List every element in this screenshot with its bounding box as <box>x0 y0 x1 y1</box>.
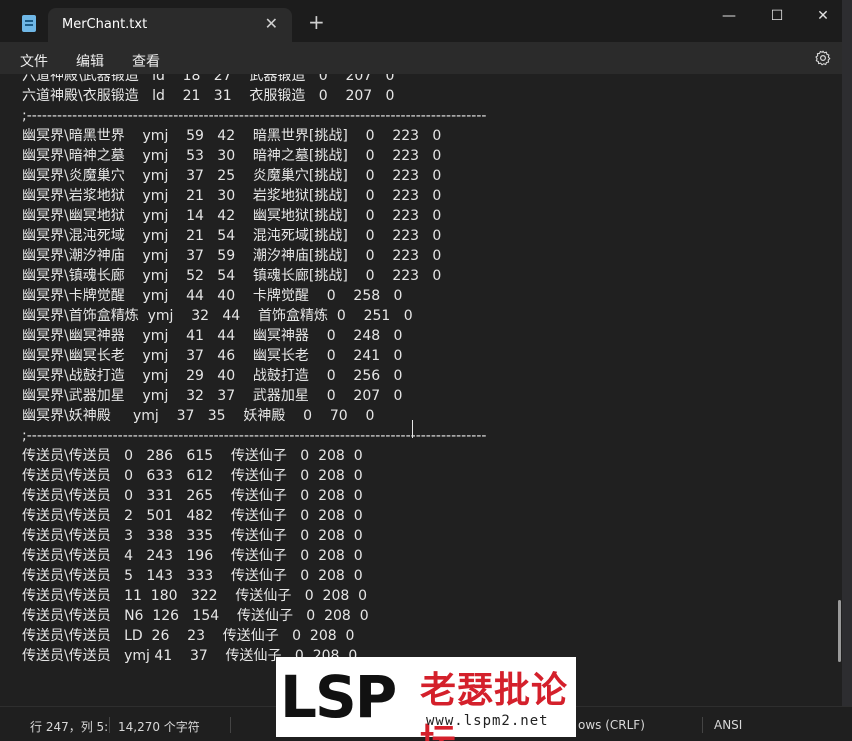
text-line: 幽冥界\混沌死域 ymj 21 54 混沌死域[挑战] 0 223 0 <box>22 228 442 244</box>
text-line: 幽冥界\暗黑世界 ymj 59 42 暗黑世界[挑战] 0 223 0 <box>22 128 442 144</box>
watermark-logo: LSP 老瑟批论坛 www.lspm2.net <box>276 657 576 741</box>
line-ending[interactable]: ows (CRLF) <box>578 718 645 732</box>
cursor-position[interactable]: 行 247，列 5: <box>30 718 108 735</box>
menu-file[interactable]: 文件 <box>20 51 48 71</box>
text-line: 传送员\传送员 2 501 482 传送仙子 0 208 0 <box>22 508 363 524</box>
text-line: 六道神殿\武器锻造 ld 18 27 武器锻造 0 207 0 <box>22 74 395 84</box>
menu-bar: 文件 编辑 查看 <box>0 42 852 74</box>
character-count: 14,270 个字符 <box>118 720 200 734</box>
new-tab-button[interactable]: + <box>308 12 325 32</box>
text-line: 传送员\传送员 LD 26 23 传送仙子 0 208 0 <box>22 628 355 644</box>
tab-title: MerChant.txt <box>62 17 148 32</box>
scrollbar-thumb[interactable] <box>838 600 841 662</box>
editor-lines: 六道神殿\武器锻造 ld 18 27 武器锻造 0 207 0 六道神殿\衣服锻… <box>22 74 486 666</box>
text-line: 幽冥界\幽冥长老 ymj 37 46 幽冥长老 0 241 0 <box>22 348 403 364</box>
menu-view[interactable]: 查看 <box>132 51 160 71</box>
text-line: 幽冥界\镇魂长廊 ymj 52 54 镇魂长廊[挑战] 0 223 0 <box>22 268 442 284</box>
text-line: 传送员\传送员 0 286 615 传送仙子 0 208 0 <box>22 448 363 464</box>
menu-edit[interactable]: 编辑 <box>76 51 104 71</box>
text-editor[interactable]: 六道神殿\武器锻造 ld 18 27 武器锻造 0 207 0 六道神殿\衣服锻… <box>0 74 840 706</box>
text-line: 幽冥界\岩浆地狱 ymj 21 30 岩浆地狱[挑战] 0 223 0 <box>22 188 442 204</box>
text-line: 幽冥界\妖神殿 ymj 37 35 妖神殿 0 70 0 <box>22 408 375 424</box>
text-line: 传送员\传送员 4 243 196 传送仙子 0 208 0 <box>22 548 363 564</box>
status-divider <box>230 717 231 733</box>
text-line: 传送员\传送员 11 180 322 传送仙子 0 208 0 <box>22 588 368 604</box>
minimize-button[interactable]: — <box>706 4 752 28</box>
tab-merchant-txt[interactable]: MerChant.txt ✕ <box>48 8 292 42</box>
text-caret <box>412 420 413 438</box>
status-divider <box>702 717 703 733</box>
text-line: 幽冥界\首饰盒精炼 ymj 32 44 首饰盒精炼 0 251 0 <box>22 308 413 324</box>
watermark-lsp-logo: LSP <box>280 663 397 731</box>
watermark-url: www.lspm2.net <box>426 713 549 729</box>
text-line: 传送员\传送员 3 338 335 传送仙子 0 208 0 <box>22 528 363 544</box>
encoding[interactable]: ANSI <box>714 718 742 732</box>
settings-gear-icon[interactable] <box>815 50 831 66</box>
text-line: 传送员\传送员 0 633 612 传送仙子 0 208 0 <box>22 468 363 484</box>
text-line: 传送员\传送员 N6 126 154 传送仙子 0 208 0 <box>22 608 369 624</box>
text-line: 幽冥界\武器加星 ymj 32 37 武器加星 0 207 0 <box>22 388 403 404</box>
text-line: 幽冥界\幽冥地狱 ymj 14 42 幽冥地狱[挑战] 0 223 0 <box>22 208 442 224</box>
text-line: 六道神殿\衣服锻造 ld 21 31 衣服锻造 0 207 0 <box>22 88 395 104</box>
text-line: ;---------------------------------------… <box>22 108 487 124</box>
text-line: 幽冥界\炎魔巢穴 ymj 37 25 炎魔巢穴[挑战] 0 223 0 <box>22 168 442 184</box>
text-line: 幽冥界\幽冥神器 ymj 41 44 幽冥神器 0 248 0 <box>22 328 403 344</box>
watermark-site-name: 老瑟批论坛 <box>420 670 569 741</box>
status-divider <box>109 717 110 733</box>
text-line: 传送员\传送员 0 331 265 传送仙子 0 208 0 <box>22 488 363 504</box>
text-line: 幽冥界\战鼓打造 ymj 29 40 战鼓打造 0 256 0 <box>22 368 403 384</box>
text-line: 幽冥界\暗神之墓 ymj 53 30 暗神之墓[挑战] 0 223 0 <box>22 148 442 164</box>
close-window-button[interactable]: ✕ <box>800 4 846 28</box>
text-line: ;---------------------------------------… <box>22 428 487 444</box>
text-line: 传送员\传送员 5 143 333 传送仙子 0 208 0 <box>22 568 363 584</box>
background-window-edge <box>842 0 852 741</box>
text-line: 幽冥界\卡牌觉醒 ymj 44 40 卡牌觉醒 0 258 0 <box>22 288 403 304</box>
text-line: 幽冥界\潮汐神庙 ymj 37 59 潮汐神庙[挑战] 0 223 0 <box>22 248 442 264</box>
maximize-button[interactable]: ☐ <box>754 4 800 28</box>
title-bar: MerChant.txt ✕ + — ☐ ✕ <box>0 0 852 42</box>
close-tab-icon[interactable]: ✕ <box>265 14 278 33</box>
notepad-icon <box>22 15 36 32</box>
